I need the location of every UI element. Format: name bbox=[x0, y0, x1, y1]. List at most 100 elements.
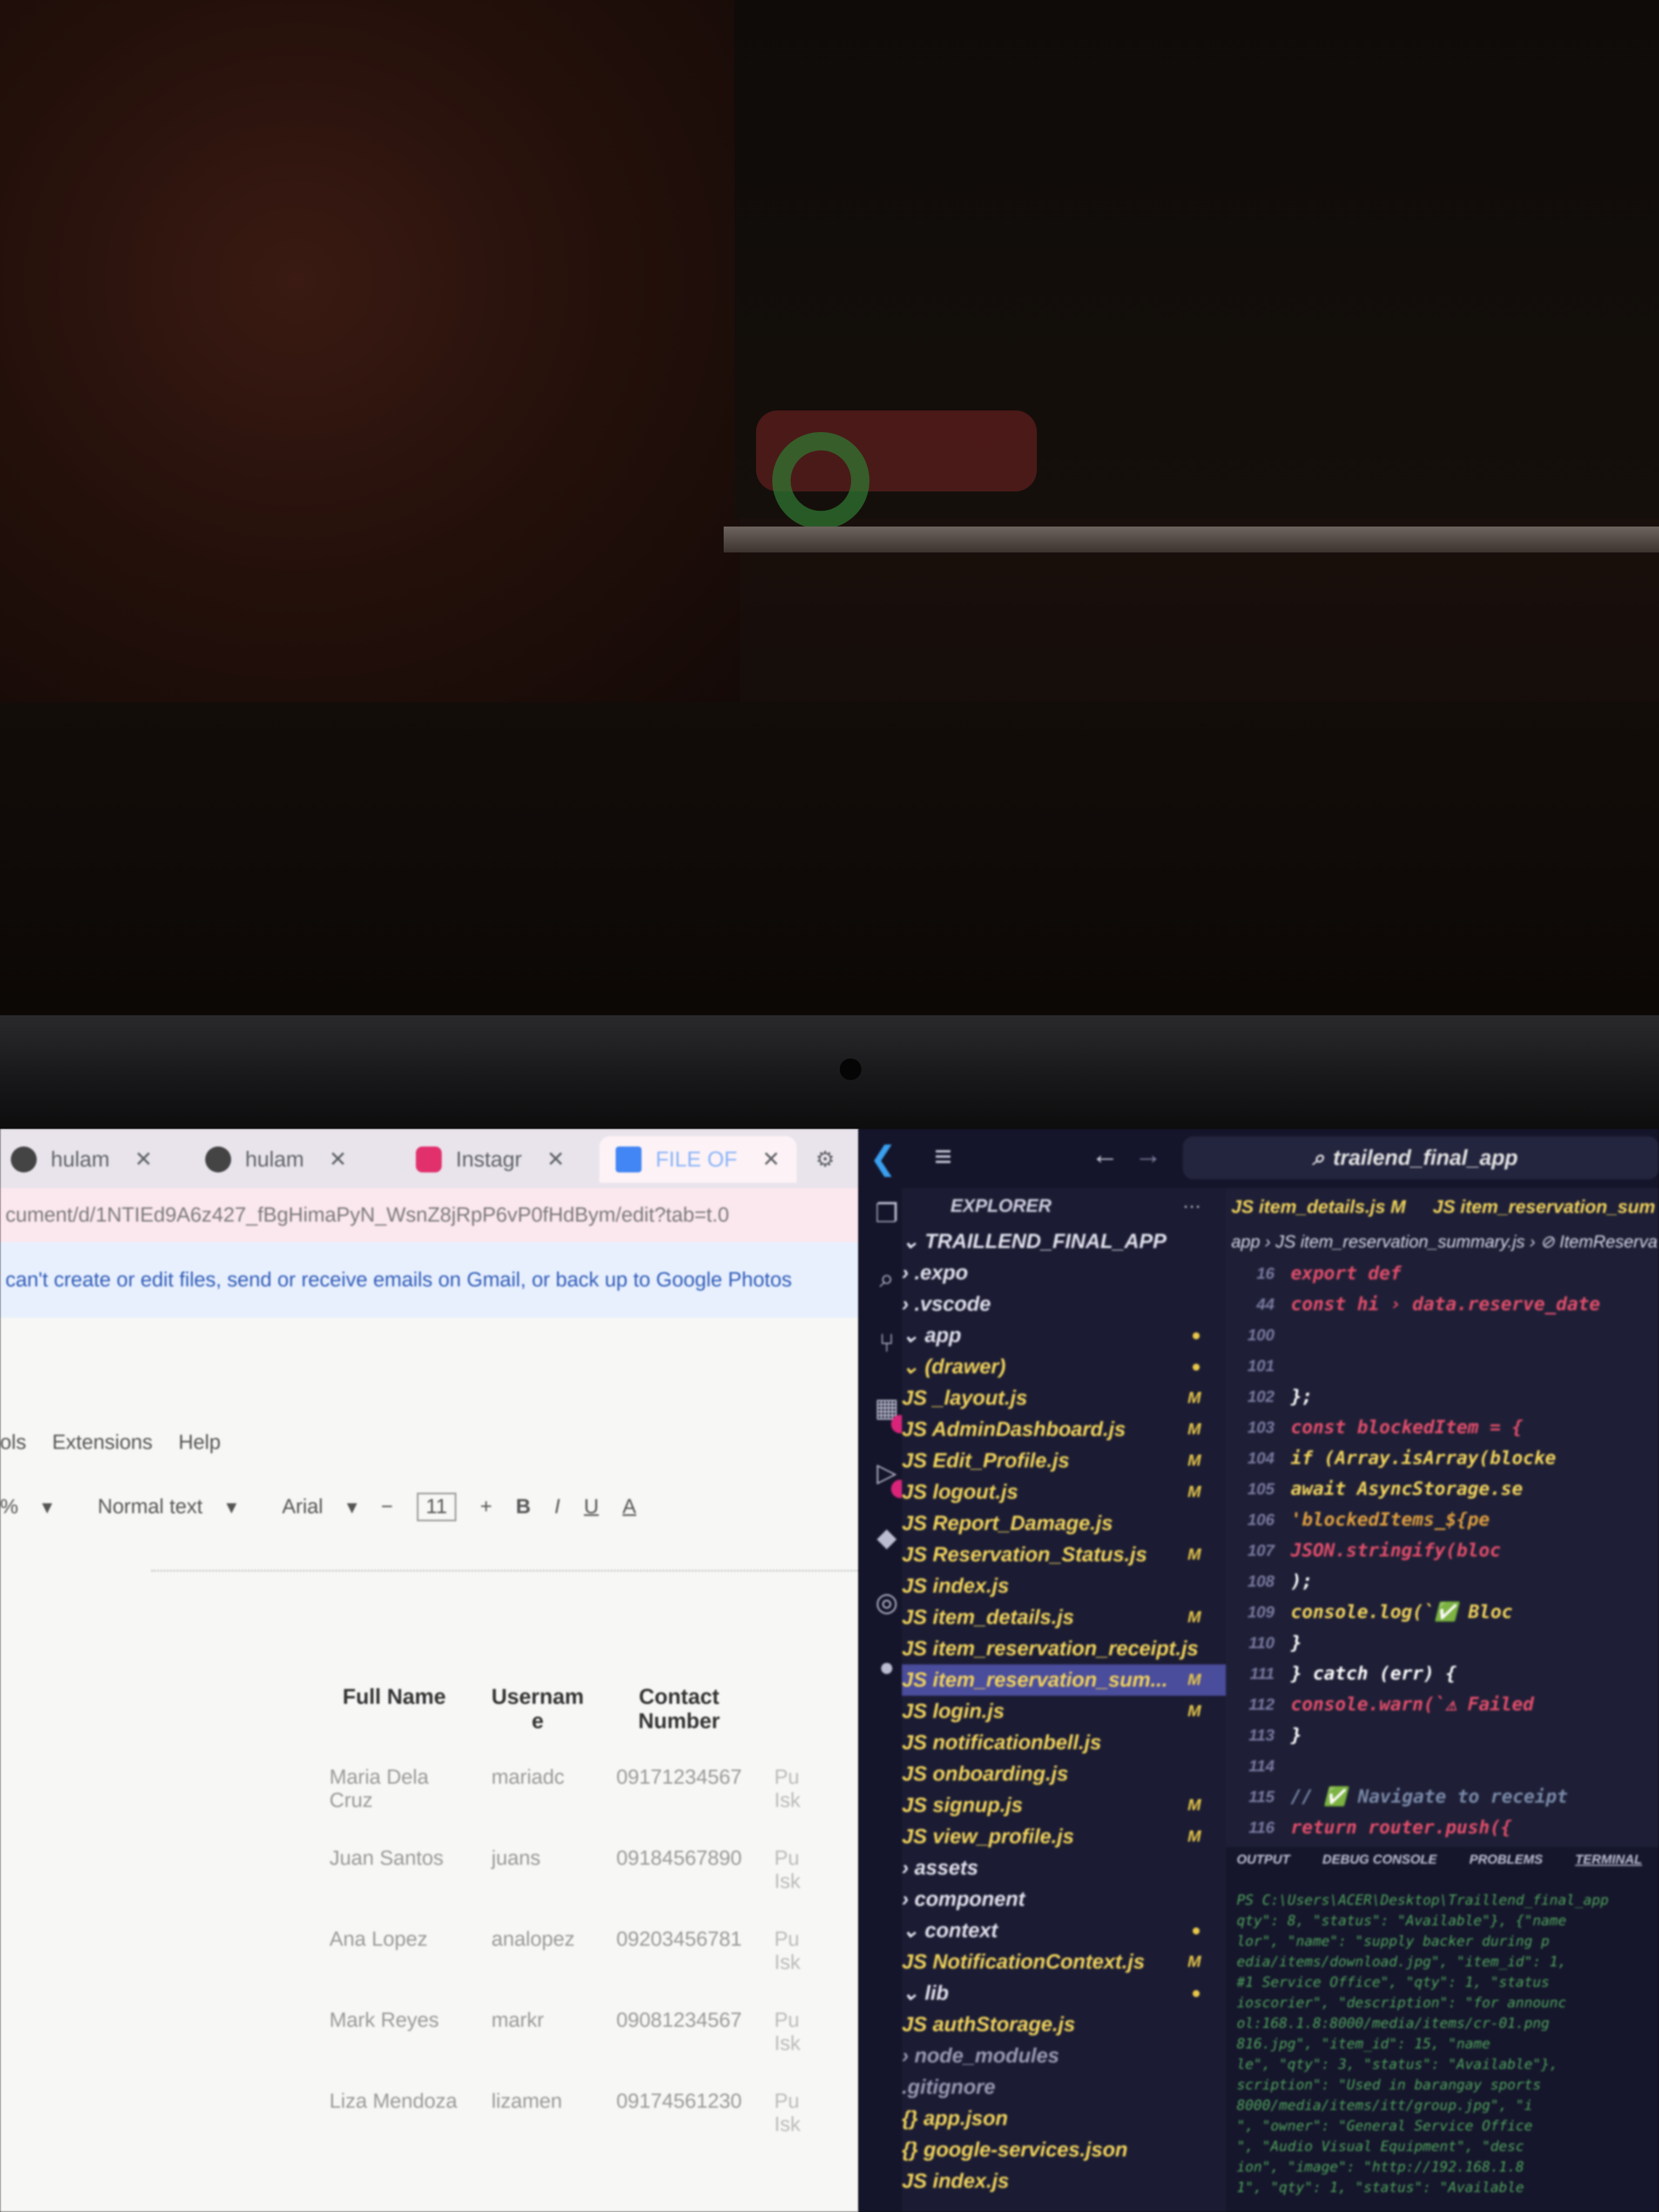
terminal-output[interactable]: PS C:\Users\ACER\Desktop\Traillend_final… bbox=[1237, 1890, 1658, 2198]
tree-folder[interactable]: › assets bbox=[902, 1852, 1226, 1884]
tree-file[interactable]: JS NotificationContext.js M bbox=[902, 1946, 1226, 1978]
code-line[interactable]: const blockedItem = { bbox=[1291, 1412, 1658, 1443]
code-line[interactable]: 'blockedItems_${pe bbox=[1291, 1505, 1658, 1535]
editor-tab[interactable]: JS item_reservation_sum bbox=[1433, 1197, 1655, 1218]
explorer-icon[interactable]: ❐ bbox=[872, 1199, 902, 1229]
tree-file[interactable]: JS index.js bbox=[902, 2166, 1226, 2197]
code-line[interactable]: if (Array.isArray(blocke bbox=[1291, 1443, 1658, 1474]
tree-folder[interactable]: › .vscode bbox=[902, 1289, 1226, 1320]
increase-font-button[interactable]: + bbox=[480, 1495, 492, 1519]
chevron-down-icon[interactable]: ▾ bbox=[347, 1495, 357, 1519]
command-search-box[interactable]: ⌕ trailend_final_app bbox=[1183, 1136, 1659, 1179]
underline-button[interactable]: U bbox=[584, 1495, 598, 1519]
tree-file[interactable]: JS Reservation_Status.js M bbox=[902, 1539, 1226, 1570]
code-line[interactable]: }; bbox=[1291, 1381, 1658, 1412]
chevron-down-icon[interactable]: ▾ bbox=[42, 1495, 52, 1519]
tree-file[interactable]: JS Report_Damage.js bbox=[902, 1508, 1226, 1539]
tree-file[interactable]: JS signup.js M bbox=[902, 1790, 1226, 1821]
chevron-down-icon[interactable]: ▾ bbox=[226, 1495, 237, 1519]
tree-file[interactable]: ⌄ (drawer) ● bbox=[902, 1351, 1226, 1382]
browser-tab[interactable]: Instagr ✕ bbox=[400, 1136, 581, 1183]
more-actions-icon[interactable]: ··· bbox=[1183, 1196, 1201, 1217]
tree-folder[interactable]: ⌄ context ● bbox=[902, 1915, 1226, 1946]
cell-contact[interactable]: 09203456781 bbox=[600, 1928, 758, 2009]
cell-username[interactable]: analopez bbox=[475, 1928, 600, 2009]
cell-username[interactable]: juans bbox=[475, 1847, 600, 1928]
tree-folder[interactable]: ⌄ lib ● bbox=[902, 1978, 1226, 2009]
cell-contact[interactable]: 09184567890 bbox=[600, 1847, 758, 1928]
cell-username[interactable]: markr bbox=[475, 2009, 600, 2090]
tree-folder[interactable]: › .expo bbox=[902, 1257, 1226, 1289]
tree-file[interactable]: JS Edit_Profile.js M bbox=[902, 1445, 1226, 1476]
tree-file[interactable]: JS _layout.js M bbox=[902, 1382, 1226, 1414]
tree-file[interactable]: .gitignore bbox=[902, 2072, 1226, 2103]
code-line[interactable]: console.warn(`⚠ Failed bbox=[1291, 1689, 1658, 1720]
close-icon[interactable]: ✕ bbox=[134, 1147, 153, 1172]
back-arrow-icon[interactable]: ← bbox=[1091, 1138, 1119, 1171]
cell-extra[interactable]: Pu Isk bbox=[758, 2009, 817, 2090]
close-icon[interactable]: ✕ bbox=[329, 1147, 347, 1172]
address-bar[interactable]: cument/d/1NTIEd9A6z427_fBgHimaPyN_WsnZ8j… bbox=[0, 1188, 859, 1242]
font-select[interactable]: Arial bbox=[282, 1495, 323, 1519]
remote-icon[interactable]: ◎ bbox=[872, 1588, 902, 1618]
tab-debug-console[interactable]: DEBUG CONSOLE bbox=[1323, 1852, 1437, 1867]
tree-file[interactable]: JS authStorage.js bbox=[902, 2009, 1226, 2040]
code-line[interactable] bbox=[1291, 1751, 1658, 1782]
cell-username[interactable]: lizamen bbox=[475, 2090, 600, 2171]
tab-output[interactable]: OUTPUT bbox=[1237, 1852, 1290, 1867]
code-line[interactable] bbox=[1291, 1351, 1658, 1381]
editor-tab[interactable]: JS item_details.js M bbox=[1231, 1197, 1406, 1218]
cell-username[interactable]: mariadc bbox=[475, 1766, 600, 1847]
code-line[interactable]: console.log(`✅ Bloc bbox=[1291, 1597, 1658, 1628]
cell-full-name[interactable]: Mark Reyes bbox=[313, 2009, 475, 2090]
tree-folder[interactable]: ⌄ TRAILLEND_FINAL_APP bbox=[902, 1226, 1226, 1257]
extension-icon[interactable]: ⚙ bbox=[799, 1136, 851, 1183]
code-line[interactable]: // ✅ Navigate to receipt bbox=[1291, 1782, 1658, 1812]
tree-file[interactable]: {} app.json bbox=[902, 2103, 1226, 2134]
tree-file[interactable]: JS onboarding.js bbox=[902, 1758, 1226, 1790]
tree-file[interactable]: JS login.js M bbox=[902, 1696, 1226, 1727]
code-line[interactable]: const hi › data.reserve_date bbox=[1291, 1289, 1658, 1320]
code-line[interactable]: await AsyncStorage.se bbox=[1291, 1474, 1658, 1505]
tree-folder[interactable]: ⌄ app ● bbox=[902, 1320, 1226, 1351]
tree-file[interactable]: JS item_reservation_sum... M bbox=[902, 1664, 1226, 1696]
font-size-input[interactable]: 11 bbox=[416, 1492, 456, 1521]
bold-button[interactable]: B bbox=[516, 1495, 530, 1519]
browser-tab[interactable]: hulam ✕ bbox=[0, 1136, 168, 1183]
code-line[interactable]: JSON.stringify(bloc bbox=[1291, 1535, 1658, 1566]
tree-file[interactable]: JS view_profile.js M bbox=[902, 1821, 1226, 1852]
breadcrumb[interactable]: app › JS item_reservation_summary.js › ⊘… bbox=[1231, 1231, 1658, 1252]
code-line[interactable]: } catch (err) { bbox=[1291, 1658, 1658, 1689]
decrease-font-button[interactable]: − bbox=[381, 1495, 393, 1519]
browser-tab-active[interactable]: FILE OF ✕ bbox=[599, 1136, 797, 1183]
style-select[interactable]: Normal text bbox=[98, 1495, 203, 1519]
menu-extensions[interactable]: Extensions bbox=[52, 1431, 153, 1469]
tree-file[interactable]: › node_modules bbox=[902, 2040, 1226, 2072]
cell-extra[interactable]: Pu Isk bbox=[758, 1766, 817, 1847]
cell-extra[interactable]: Pu Isk bbox=[758, 2090, 817, 2171]
tree-file[interactable]: JS notificationbell.js bbox=[902, 1727, 1226, 1758]
forward-arrow-icon[interactable]: → bbox=[1134, 1138, 1162, 1171]
code-line[interactable]: } bbox=[1291, 1628, 1658, 1658]
code-line[interactable] bbox=[1291, 1320, 1658, 1351]
tab-terminal[interactable]: TERMINAL bbox=[1575, 1852, 1642, 1867]
tree-file[interactable]: {} google-services.json bbox=[902, 2134, 1226, 2166]
cell-extra[interactable]: Pu Isk bbox=[758, 1847, 817, 1928]
italic-button[interactable]: I bbox=[555, 1495, 561, 1519]
cell-full-name[interactable]: Liza Mendoza bbox=[313, 2090, 475, 2171]
ruler[interactable] bbox=[151, 1550, 859, 1572]
code-lines[interactable]: export def const hi › data.reserve_date … bbox=[1291, 1258, 1658, 1874]
tab-problems[interactable]: PROBLEMS bbox=[1469, 1852, 1543, 1867]
text-color-button[interactable]: A bbox=[623, 1495, 636, 1519]
code-line[interactable]: return router.push({ bbox=[1291, 1812, 1658, 1843]
github-icon[interactable]: ● bbox=[872, 1653, 902, 1683]
menu-tools[interactable]: ols bbox=[0, 1431, 26, 1469]
menu-help[interactable]: Help bbox=[178, 1431, 220, 1469]
source-control-icon[interactable]: ⑂ bbox=[872, 1328, 902, 1359]
menu-icon[interactable]: ≡ bbox=[934, 1138, 952, 1174]
code-line[interactable]: } bbox=[1291, 1720, 1658, 1751]
tree-file[interactable]: JS item_reservation_receipt.js bbox=[902, 1633, 1226, 1664]
close-icon[interactable]: ✕ bbox=[762, 1147, 780, 1172]
cell-contact[interactable]: 09174561230 bbox=[600, 2090, 758, 2171]
close-icon[interactable]: ✕ bbox=[547, 1147, 565, 1172]
